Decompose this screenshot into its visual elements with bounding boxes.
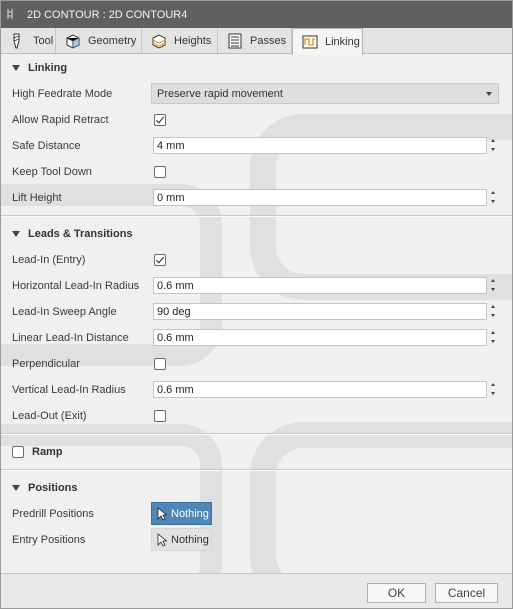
horizontal-lead-in-radius-spinner[interactable] xyxy=(489,277,498,294)
ok-button[interactable]: OK xyxy=(367,583,426,603)
keep-tool-down-checkbox[interactable] xyxy=(154,166,166,178)
linear-lead-in-distance-input[interactable] xyxy=(153,329,487,346)
lead-in-sweep-angle-spinner[interactable] xyxy=(489,303,498,320)
tool-icon xyxy=(13,33,20,49)
collapse-triangle-icon[interactable] xyxy=(12,485,20,491)
section-positions-header[interactable]: Positions xyxy=(1,476,512,500)
field-label: Vertical Lead-In Radius xyxy=(12,384,126,396)
select-button-label: Nothing xyxy=(171,533,209,546)
row-lift-height: Lift Height xyxy=(1,185,512,211)
row-keep-tool-down: Keep Tool Down xyxy=(1,159,512,185)
section-title: Positions xyxy=(28,482,78,494)
tab-label: Geometry xyxy=(88,35,137,47)
select-button-label: Nothing xyxy=(171,507,209,520)
linking-icon xyxy=(302,35,318,49)
tab-geometry[interactable]: Geometry xyxy=(56,28,142,54)
field-label: Lift Height xyxy=(12,192,62,204)
linear-lead-in-distance-spinner[interactable] xyxy=(489,329,498,346)
dialog-title: 2D CONTOUR : 2D CONTOUR4 xyxy=(27,9,188,21)
row-lead-in: Lead-In (Entry) xyxy=(1,247,512,273)
lead-out-checkbox[interactable] xyxy=(154,410,166,422)
field-label: Lead-Out (Exit) xyxy=(12,410,87,422)
lead-in-sweep-angle-input[interactable] xyxy=(153,303,487,320)
safe-distance-input[interactable] xyxy=(153,137,487,154)
row-safe-distance: Safe Distance xyxy=(1,133,512,159)
section-linking-header[interactable]: Linking xyxy=(1,56,512,80)
tab-label: Passes xyxy=(250,35,287,47)
dropdown-value: Preserve rapid movement xyxy=(157,88,283,100)
passes-icon xyxy=(228,33,242,49)
dialog-window: 2D CONTOUR : 2D CONTOUR4 Tool Geometry H… xyxy=(0,0,513,609)
field-label: Horizontal Lead-In Radius xyxy=(12,280,140,292)
field-label: Predrill Positions xyxy=(12,508,94,520)
collapse-icon[interactable] xyxy=(7,8,14,20)
lift-height-spinner[interactable] xyxy=(489,189,498,206)
section-divider xyxy=(1,469,512,471)
section-leads-header[interactable]: Leads & Transitions xyxy=(1,222,512,246)
section-divider xyxy=(1,215,512,217)
chevron-down-icon[interactable] xyxy=(486,92,492,96)
tab-tool[interactable]: Tool xyxy=(1,28,56,54)
tab-passes[interactable]: Passes xyxy=(218,28,292,54)
row-high-feedrate-mode: High Feedrate Mode Preserve rapid moveme… xyxy=(1,81,512,107)
settings-panel[interactable]: Linking High Feedrate Mode Preserve rapi… xyxy=(1,55,512,573)
section-title: Ramp xyxy=(32,446,63,458)
geometry-icon xyxy=(66,34,80,49)
tab-linking[interactable]: Linking xyxy=(292,28,363,55)
field-label: Linear Lead-In Distance xyxy=(12,332,129,344)
row-vertical-lead-in-radius: Vertical Lead-In Radius xyxy=(1,377,512,403)
row-lead-in-sweep-angle: Lead-In Sweep Angle xyxy=(1,299,512,325)
high-feedrate-mode-dropdown[interactable]: Preserve rapid movement xyxy=(151,83,499,104)
ramp-checkbox[interactable] xyxy=(12,446,24,458)
predrill-positions-select-button[interactable]: Nothing xyxy=(151,502,212,525)
field-label: High Feedrate Mode xyxy=(12,88,113,100)
tab-label: Tool xyxy=(33,35,54,47)
horizontal-lead-in-radius-input[interactable] xyxy=(153,277,487,294)
safe-distance-spinner[interactable] xyxy=(489,137,498,154)
row-perpendicular: Perpendicular xyxy=(1,351,512,377)
collapse-triangle-icon[interactable] xyxy=(12,231,20,237)
perpendicular-checkbox[interactable] xyxy=(154,358,166,370)
tab-heights[interactable]: Heights xyxy=(142,28,218,54)
field-label: Keep Tool Down xyxy=(12,166,92,178)
cancel-button[interactable]: Cancel xyxy=(435,583,498,603)
field-label: Perpendicular xyxy=(12,358,80,370)
tab-label: Heights xyxy=(174,35,212,47)
vertical-lead-in-radius-input[interactable] xyxy=(153,381,487,398)
row-lead-out: Lead-Out (Exit) xyxy=(1,403,512,429)
field-label: Allow Rapid Retract xyxy=(12,114,109,126)
section-title: Linking xyxy=(28,62,68,74)
lead-in-checkbox[interactable] xyxy=(154,254,166,266)
collapse-triangle-icon[interactable] xyxy=(12,65,20,71)
field-label: Lead-In (Entry) xyxy=(12,254,86,266)
lift-height-input[interactable] xyxy=(153,189,487,206)
row-linear-lead-in-distance: Linear Lead-In Distance xyxy=(1,325,512,351)
heights-icon xyxy=(152,34,166,49)
section-ramp-header[interactable]: Ramp xyxy=(1,440,512,464)
field-label: Entry Positions xyxy=(12,534,86,546)
section-divider xyxy=(1,433,512,435)
row-predrill-positions: Predrill Positions Nothing xyxy=(1,501,512,527)
section-title: Leads & Transitions xyxy=(28,228,133,240)
dialog-footer: OK Cancel xyxy=(1,573,512,608)
title-bar[interactable]: 2D CONTOUR : 2D CONTOUR4 xyxy=(1,1,512,28)
vertical-lead-in-radius-spinner[interactable] xyxy=(489,381,498,398)
tab-bar: Tool Geometry Heights Passes Linking xyxy=(1,28,512,55)
row-entry-positions: Entry Positions Nothing xyxy=(1,527,512,553)
entry-positions-select-button[interactable]: Nothing xyxy=(151,528,212,551)
field-label: Safe Distance xyxy=(12,140,81,152)
row-allow-rapid-retract: Allow Rapid Retract xyxy=(1,107,512,133)
cursor-arrow-icon xyxy=(157,506,167,521)
row-horizontal-lead-in-radius: Horizontal Lead-In Radius xyxy=(1,273,512,299)
tab-label: Linking xyxy=(325,36,360,48)
cursor-arrow-icon xyxy=(157,532,167,547)
field-label: Lead-In Sweep Angle xyxy=(12,306,117,318)
allow-rapid-retract-checkbox[interactable] xyxy=(154,114,166,126)
